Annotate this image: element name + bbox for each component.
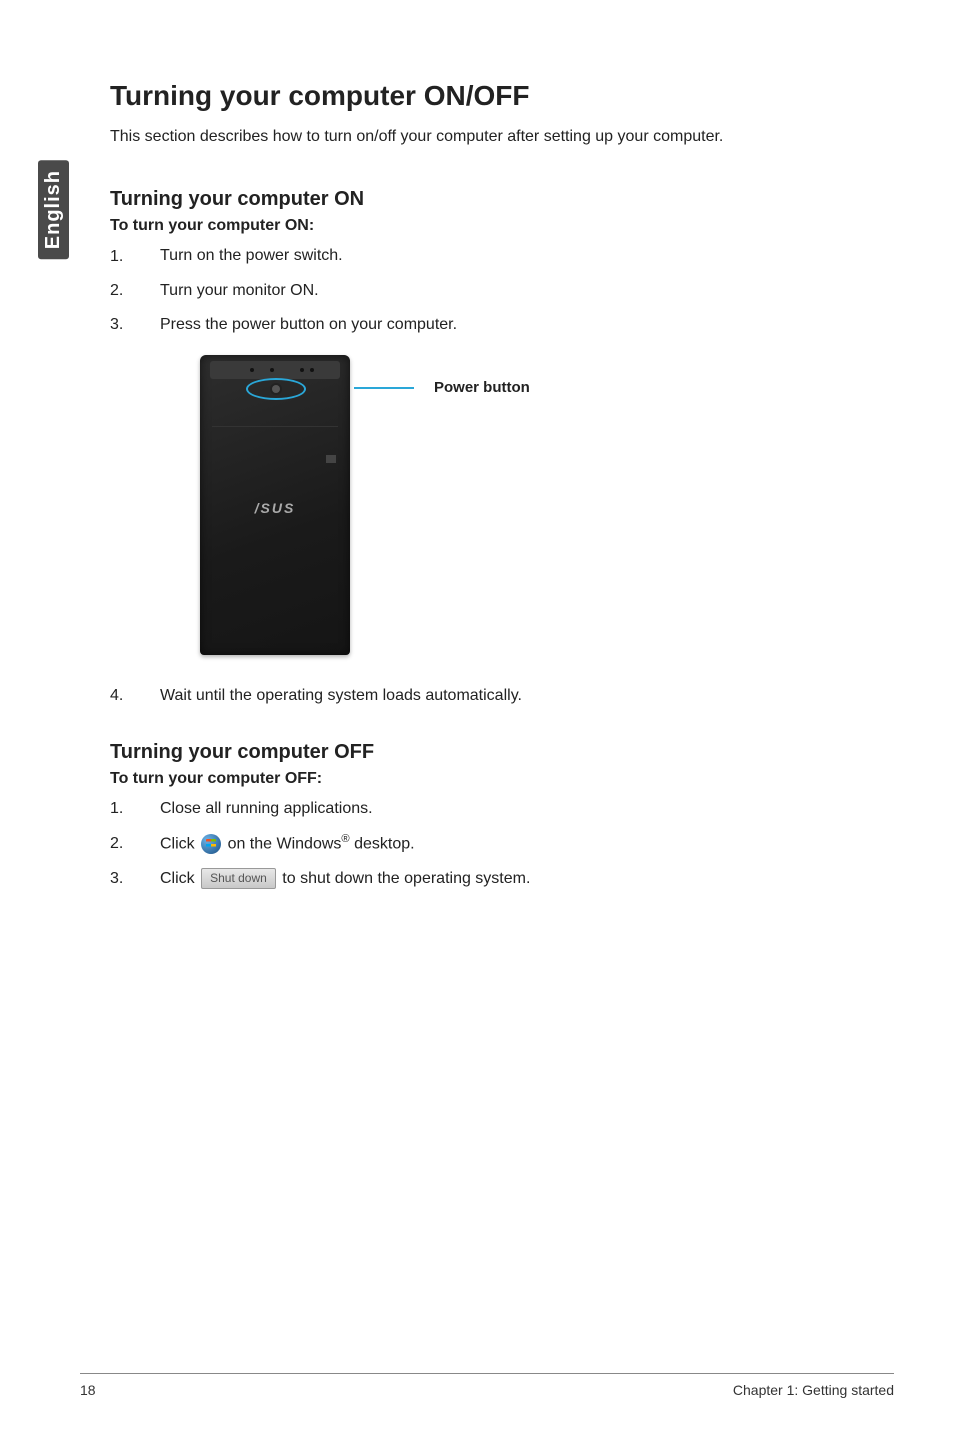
on-steps-cont: 4. Wait until the operating system loads… bbox=[110, 685, 874, 707]
registered-mark: ® bbox=[341, 833, 349, 845]
step-number: 3. bbox=[110, 316, 160, 334]
shutdown-button-icon: Shut down bbox=[201, 868, 276, 889]
step-tail: desktop. bbox=[350, 836, 415, 853]
power-button-label: Power button bbox=[434, 379, 530, 396]
section-on-heading: Turning your computer ON bbox=[110, 188, 874, 211]
section-off-subheading: To turn your computer OFF: bbox=[110, 770, 874, 788]
step-pre: Click bbox=[160, 836, 199, 853]
step-text: Click Shut down to shut down the operati… bbox=[160, 868, 874, 890]
step-number: 1. bbox=[110, 800, 160, 818]
page-number: 18 bbox=[80, 1382, 96, 1398]
page-title: Turning your computer ON/OFF bbox=[110, 80, 874, 112]
on-steps: 1. Turn on the power switch. 2. Turn you… bbox=[110, 245, 874, 336]
tower-top bbox=[210, 361, 340, 379]
step-text: Close all running applications. bbox=[160, 798, 874, 820]
step-number: 2. bbox=[110, 282, 160, 300]
step-text: Press the power button on your computer. bbox=[160, 314, 874, 336]
step-text: Click on the Windows® desktop. bbox=[160, 832, 874, 856]
list-item: 2. Turn your monitor ON. bbox=[110, 280, 874, 302]
step-post: to shut down the operating system. bbox=[282, 870, 530, 887]
section-off-heading: Turning your computer OFF bbox=[110, 741, 874, 764]
list-item: 1. Turn on the power switch. bbox=[110, 245, 874, 267]
list-item: 4. Wait until the operating system loads… bbox=[110, 685, 874, 707]
tower-label bbox=[212, 417, 338, 427]
page-footer: 18 Chapter 1: Getting started bbox=[80, 1382, 894, 1398]
step-number: 4. bbox=[110, 687, 160, 705]
footer-rule bbox=[80, 1373, 894, 1374]
start-orb-icon bbox=[201, 834, 221, 854]
chapter-label: Chapter 1: Getting started bbox=[733, 1382, 894, 1398]
computer-figure: /SUS Power button bbox=[200, 355, 874, 655]
section-on-subheading: To turn your computer ON: bbox=[110, 217, 874, 235]
list-item: 1. Close all running applications. bbox=[110, 798, 874, 820]
step-pre: Click bbox=[160, 870, 199, 887]
power-button-highlight bbox=[246, 378, 306, 400]
step-text: Turn on the power switch. bbox=[160, 245, 874, 267]
list-item: 3. Press the power button on your comput… bbox=[110, 314, 874, 336]
step-text: Wait until the operating system loads au… bbox=[160, 685, 874, 707]
callout-line bbox=[354, 387, 414, 389]
off-steps: 1. Close all running applications. 2. Cl… bbox=[110, 798, 874, 891]
step-number: 2. bbox=[110, 835, 160, 853]
drive-indicator bbox=[326, 455, 336, 463]
intro-text: This section describes how to turn on/of… bbox=[110, 126, 874, 148]
step-number: 1. bbox=[110, 248, 160, 266]
computer-tower-image: /SUS bbox=[200, 355, 350, 655]
tower-label bbox=[212, 455, 338, 465]
list-item: 3. Click Shut down to shut down the oper… bbox=[110, 868, 874, 890]
step-text: Turn your monitor ON. bbox=[160, 280, 874, 302]
language-tab: English bbox=[38, 160, 69, 259]
step-post: on the Windows bbox=[228, 836, 342, 853]
asus-logo: /SUS bbox=[200, 500, 350, 516]
list-item: 2. Click on the Windows® desktop. bbox=[110, 832, 874, 856]
step-number: 3. bbox=[110, 870, 160, 888]
